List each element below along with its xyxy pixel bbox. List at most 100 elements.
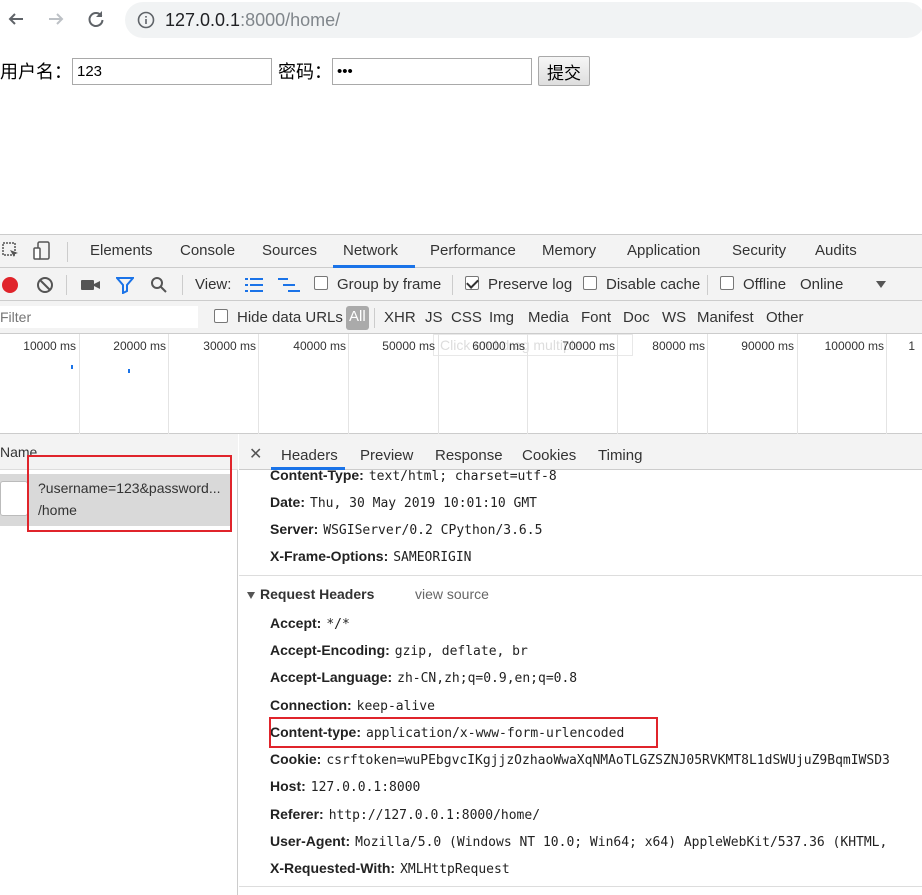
hide-data-urls-label: Hide data URLs	[237, 309, 343, 326]
back-button[interactable]	[2, 5, 30, 33]
view-source-link[interactable]: view source	[415, 586, 489, 602]
password-label: 密码：	[278, 62, 332, 83]
info-icon[interactable]	[137, 11, 155, 29]
view-label: View:	[195, 276, 232, 293]
document-icon	[0, 481, 28, 516]
arrow-left-icon	[8, 13, 23, 25]
highlight-box	[27, 455, 232, 532]
group-by-frame-checkbox[interactable]	[314, 276, 328, 290]
triangle-down-icon	[247, 591, 255, 599]
username-input[interactable]	[72, 57, 272, 85]
devtools-panel: Elements Console Sources Network Perform…	[0, 234, 922, 895]
hide-data-urls-checkbox[interactable]	[214, 309, 228, 323]
tick-label: 50000 ms	[382, 339, 435, 353]
timeline-request-mark	[71, 365, 73, 369]
request-header-line: Host: 127.0.0.1:8000	[270, 778, 421, 795]
tab-response[interactable]: Response	[435, 447, 503, 464]
request-list: Name ?username=123&password... /home	[0, 434, 238, 895]
reload-button[interactable]	[82, 5, 110, 33]
tick-label: 1	[908, 339, 915, 353]
tab-elements[interactable]: Elements	[90, 242, 153, 259]
tab-timing[interactable]: Timing	[598, 447, 642, 464]
tab-application[interactable]: Application	[627, 242, 700, 259]
tab-network[interactable]: Network	[343, 242, 398, 259]
waterfall-icon[interactable]	[278, 277, 300, 293]
response-header-line: X-Frame-Options: SAMEORIGIN	[270, 548, 472, 565]
request-header-line: Connection: keep-alive	[270, 697, 435, 714]
request-header-line: User-Agent: Mozilla/5.0 (Windows NT 10.0;…	[270, 833, 888, 850]
network-overview-timeline[interactable]: Click and drag multiple 10000 ms 20000 m…	[0, 334, 922, 434]
type-filter-doc[interactable]: Doc	[623, 309, 650, 326]
disable-cache-label: Disable cache	[606, 276, 701, 293]
offline-checkbox[interactable]	[720, 276, 734, 290]
tab-performance[interactable]: Performance	[430, 242, 516, 259]
devtools-tab-bar: Elements Console Sources Network Perform…	[0, 235, 922, 268]
tick-label: 30000 ms	[203, 339, 256, 353]
clear-icon[interactable]	[36, 276, 54, 294]
tick-label: 10000 ms	[23, 339, 76, 353]
timeline-request-mark	[128, 369, 130, 373]
type-filter-img[interactable]: Img	[489, 309, 514, 326]
record-icon[interactable]	[1, 276, 19, 294]
browser-toolbar: 127.0.0.1:8000/home/	[0, 0, 922, 40]
request-header-line: Accept: */*	[270, 615, 350, 632]
request-header-line: Accept-Language: zh-CN,zh;q=0.9,en;q=0.8	[270, 669, 578, 686]
network-toolbar: View: Group by frame Preserve log Disabl…	[0, 268, 922, 301]
password-input[interactable]	[332, 57, 532, 85]
tab-sources[interactable]: Sources	[262, 242, 317, 259]
forward-button[interactable]	[42, 5, 70, 33]
login-form: 用户名： 密码： 提交	[0, 56, 590, 86]
camera-icon[interactable]	[80, 277, 102, 293]
tab-cookies[interactable]: Cookies	[522, 447, 576, 464]
preserve-log-checkbox[interactable]	[465, 276, 479, 290]
tab-headers[interactable]: Headers	[281, 447, 338, 464]
request-detail: ✕ Headers Preview Response Cookies Timin…	[239, 434, 922, 895]
disable-cache-checkbox[interactable]	[583, 276, 597, 290]
group-by-frame-label: Group by frame	[337, 276, 442, 293]
response-header-line: Date: Thu, 30 May 2019 10:01:10 GMT	[270, 494, 537, 511]
tick-label: 90000 ms	[741, 339, 794, 353]
offline-label: Offline	[743, 276, 787, 293]
type-filter-xhr[interactable]: XHR	[384, 309, 416, 326]
search-icon[interactable]	[150, 276, 168, 294]
highlight-box	[269, 717, 658, 748]
type-filter-css[interactable]: CSS	[451, 309, 482, 326]
address-bar[interactable]: 127.0.0.1:8000/home/	[125, 2, 922, 38]
throttling-select[interactable]: Online	[800, 276, 843, 293]
tab-audits[interactable]: Audits	[815, 242, 857, 259]
tab-preview[interactable]: Preview	[360, 447, 413, 464]
tick-label: 70000 ms	[562, 339, 615, 353]
close-icon[interactable]: ✕	[249, 444, 262, 464]
type-filter-all[interactable]: All	[346, 306, 369, 330]
detail-tab-bar: ✕ Headers Preview Response Cookies Timin…	[239, 434, 922, 470]
inspect-element-icon[interactable]	[2, 242, 20, 260]
reload-icon	[88, 11, 104, 27]
chevron-down-icon[interactable]	[875, 280, 887, 290]
request-headers-section-toggle[interactable]: Request Headers	[247, 586, 374, 602]
tick-label: 60000 ms	[472, 339, 525, 353]
request-header-line: Referer: http://127.0.0.1:8000/home/	[270, 806, 541, 823]
url-host: 127.0.0.1	[165, 9, 241, 30]
large-rows-icon[interactable]	[245, 277, 263, 293]
submit-button[interactable]: 提交	[538, 56, 590, 86]
arrow-right-icon	[49, 13, 64, 25]
request-header-line: Cookie: csrftoken=wuPEbgvcIKgjjzOzhaoWwaX…	[270, 751, 890, 768]
type-filter-manifest[interactable]: Manifest	[697, 309, 754, 326]
type-filter-font[interactable]: Font	[581, 309, 611, 326]
tab-memory[interactable]: Memory	[542, 242, 596, 259]
response-header-line: Server: WSGIServer/0.2 CPython/3.6.5	[270, 521, 543, 538]
type-filter-ws[interactable]: WS	[662, 309, 686, 326]
response-header-line: Content-Type: text/html; charset=utf-8	[270, 467, 557, 484]
tick-label: 20000 ms	[113, 339, 166, 353]
tab-console[interactable]: Console	[180, 242, 235, 259]
type-filter-js[interactable]: JS	[425, 309, 443, 326]
type-filter-other[interactable]: Other	[766, 309, 804, 326]
filter-input[interactable]	[0, 306, 198, 328]
device-toolbar-icon[interactable]	[32, 241, 52, 261]
url-path: :8000/home/	[240, 9, 341, 30]
type-filter-media[interactable]: Media	[528, 309, 569, 326]
request-header-line: X-Requested-With: XMLHttpRequest	[270, 860, 510, 877]
tab-security[interactable]: Security	[732, 242, 786, 259]
filter-bar: Hide data URLs All XHR JS CSS Img Media …	[0, 301, 922, 334]
filter-icon[interactable]	[116, 276, 134, 294]
